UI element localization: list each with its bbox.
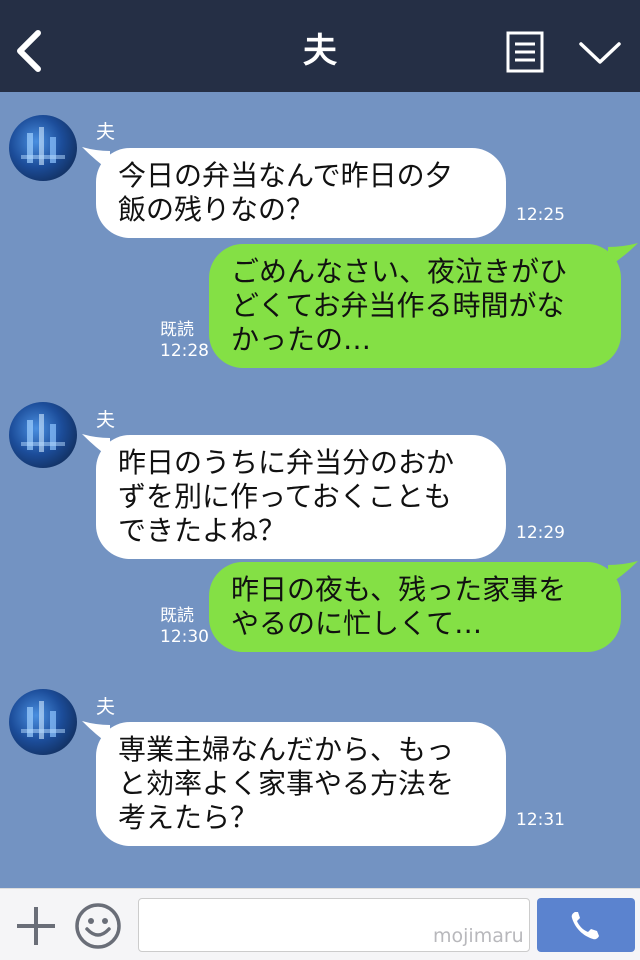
phone-icon [571,912,599,940]
read-label: 既読 [160,320,194,340]
emoji-button[interactable] [74,902,122,950]
avatar[interactable] [9,689,77,755]
outgoing-message[interactable]: 昨日の夜も、残った家事を やるのに忙しくて… [209,562,621,652]
chat-area[interactable]: 夫 今日の弁当なんで昨日の夕 飯の残りなの？ 12:25 ごめんなさい、夜泣きが… [0,92,640,888]
outgoing-message[interactable]: ごめんなさい、夜泣きがひ どくてお弁当作る時間がな かったの… [209,244,621,368]
collapse-button[interactable] [578,38,622,68]
chat-header: 夫 [0,0,640,92]
message-time: 12:28 [160,341,209,361]
sender-name: 夫 [96,121,116,143]
sender-name: 夫 [96,696,116,718]
notes-icon [506,31,544,73]
message-time: 12:31 [516,810,565,830]
call-button[interactable] [537,898,635,952]
avatar[interactable] [9,402,77,468]
incoming-message[interactable]: 専業主婦なんだから、もっ と効率よく家事やる方法を 考えたら？ [96,722,506,846]
read-receipt: 既読 12:28 [160,320,209,362]
avatar[interactable] [9,115,77,181]
message-time: 12:29 [516,523,565,543]
plus-icon [17,907,55,945]
avatar-image [21,127,65,165]
chevron-down-icon [579,42,621,64]
avatar-image [21,701,65,739]
read-receipt: 既読 12:30 [160,606,209,648]
message-time: 12:30 [160,627,209,647]
sender-name: 夫 [96,409,116,431]
add-button[interactable] [14,904,58,948]
message-time: 12:25 [516,205,565,225]
smiley-icon [75,903,121,949]
input-bar: mojimaru [0,888,640,960]
read-label: 既読 [160,606,194,626]
chat-title: 夫 [303,31,337,71]
watermark-text: mojimaru [433,925,524,947]
incoming-message[interactable]: 今日の弁当なんで昨日の夕 飯の残りなの？ [96,148,506,238]
incoming-message[interactable]: 昨日のうちに弁当分のおか ずを別に作っておくことも できたよね？ [96,435,506,559]
avatar-image [21,414,65,452]
notes-button[interactable] [506,31,544,73]
